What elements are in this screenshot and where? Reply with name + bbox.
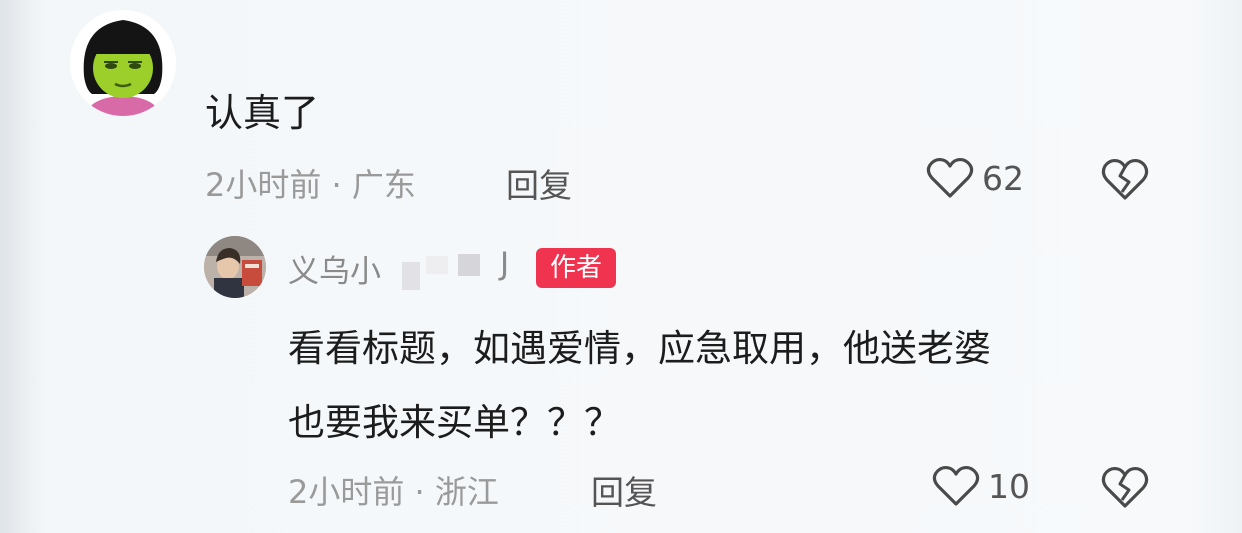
- heart-icon: [932, 465, 980, 506]
- reply-button[interactable]: 回复: [506, 159, 572, 207]
- reply-text-line2: 也要我来买单？？？: [288, 401, 621, 444]
- like-count: 62: [982, 158, 1024, 198]
- username-mosaic: [402, 262, 420, 290]
- username-mosaic: [458, 254, 480, 276]
- heart-icon: [926, 157, 974, 198]
- comment-thread: 认真了 2小时前 · 广东 回复 62 义乌小 J 作者 看看标题，如遇爱情，应…: [0, 0, 1242, 533]
- reply-button[interactable]: 回复: [591, 466, 657, 514]
- broken-heart-icon: [1101, 158, 1149, 200]
- author-username[interactable]: 义乌小: [288, 246, 381, 291]
- reply-meta: 2小时前 · 浙江: [288, 473, 499, 511]
- reply-text-line1: 看看标题，如遇爱情，应急取用，他送老婆: [288, 327, 991, 370]
- author-username-tail: J: [500, 246, 510, 282]
- green-face-girl-avatar-icon: [70, 10, 176, 116]
- like-button[interactable]: 62: [926, 156, 1024, 200]
- like-button[interactable]: 10: [932, 464, 1030, 508]
- dislike-button[interactable]: [1100, 156, 1150, 206]
- dislike-button[interactable]: [1100, 464, 1150, 514]
- author-badge: 作者: [536, 248, 617, 288]
- author-avatar[interactable]: [204, 236, 266, 298]
- comment-meta: 2小时前 · 广东: [205, 166, 416, 204]
- broken-heart-icon: [1101, 466, 1149, 508]
- photo-avatar-icon: [204, 236, 266, 298]
- username-mosaic: [426, 256, 448, 274]
- like-count: 10: [988, 466, 1030, 506]
- user-avatar[interactable]: [70, 10, 176, 116]
- comment-text: 认真了: [205, 91, 320, 135]
